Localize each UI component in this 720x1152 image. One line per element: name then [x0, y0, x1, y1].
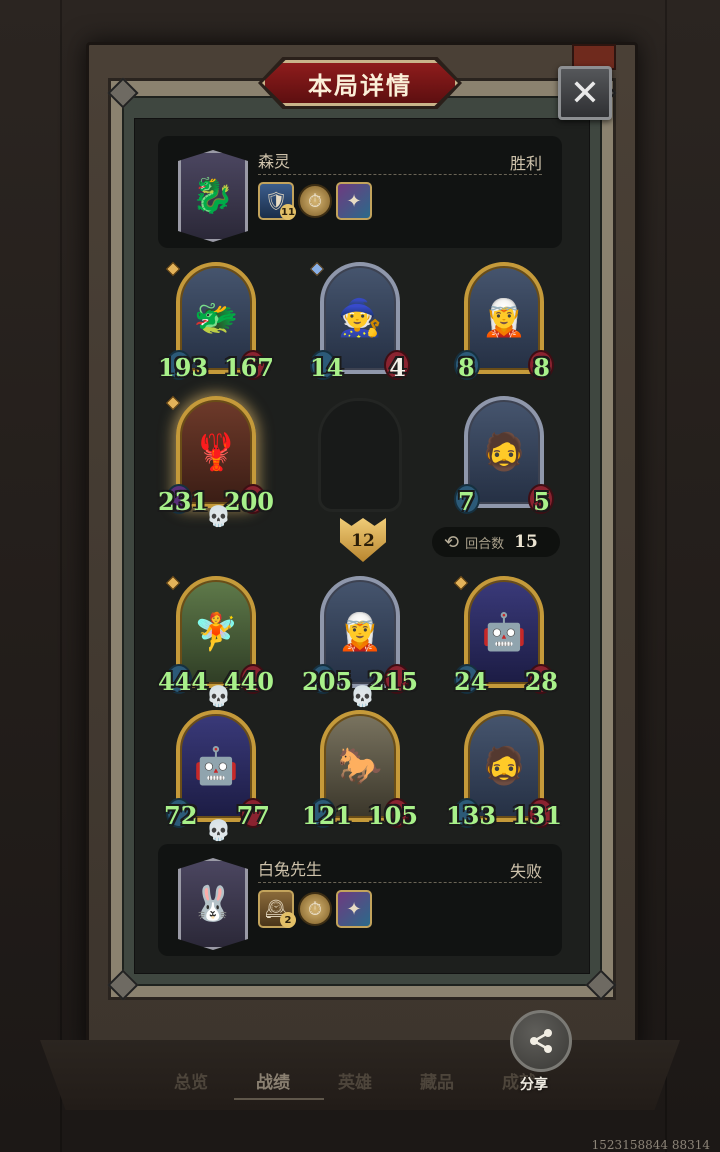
star-gem-icon [165, 261, 181, 277]
page-title: 本局详情 [308, 71, 412, 100]
health-value: 77 [236, 801, 270, 830]
attack-value: 121 [302, 801, 353, 830]
health-value: 167 [223, 353, 274, 382]
divider [258, 174, 542, 175]
attack-value: 231 [158, 487, 209, 516]
dragon-portrait-icon: 🐉 [178, 150, 248, 242]
unit-slot[interactable]: 🐲 193 167 [158, 261, 274, 392]
attack-value: 205 [302, 667, 353, 696]
player-name: 白兔先生 [258, 860, 323, 879]
unit-slot[interactable]: 🦞 231 200 💀 [158, 395, 274, 528]
health-value: 200 [223, 487, 274, 516]
pocket-watch-token-icon[interactable]: ⏱ [298, 184, 332, 218]
rabbit-portrait-icon: 🐰 [178, 858, 248, 950]
player-result: 胜利 [509, 154, 542, 173]
empty-unit-slot [318, 398, 402, 512]
attack-value: 7 [458, 487, 475, 516]
close-icon: ✕ [569, 72, 601, 114]
health-value: 28 [524, 667, 558, 696]
level-badge: 2 [280, 912, 296, 928]
bottom-tabs: 总览 战绩 英雄 藏品 成就 [150, 1068, 570, 1093]
unit-slot[interactable]: 🤖 24 28 [453, 575, 558, 706]
user-id-watermark: 1523158844 88314 [591, 1138, 710, 1152]
unit-slot[interactable]: 🧙 14 4 [309, 261, 410, 392]
wood-grain [665, 0, 667, 1152]
attack-value: 72 [164, 801, 198, 830]
health-value: 5 [533, 487, 550, 516]
hero-card-icon[interactable]: 🛡 11 [258, 182, 296, 220]
attack-value: 24 [454, 667, 488, 696]
spell-card-icon[interactable]: ✦ [336, 890, 372, 928]
unit-slot[interactable]: 🧚 444 440 💀 [158, 575, 274, 708]
level-badge: 11 [280, 204, 296, 220]
health-value: 440 [223, 667, 274, 696]
wood-grain [60, 0, 62, 1152]
health-value: 105 [367, 801, 418, 830]
close-button[interactable]: ✕ [558, 66, 612, 120]
attack-value: 8 [458, 353, 475, 382]
tab-collection[interactable]: 藏品 [396, 1068, 478, 1093]
rounds-label: 回合数 [465, 536, 505, 552]
attack-value: 444 [158, 667, 209, 696]
loser-player-card: 🐰 白兔先生 失败 🕰 2 ⏱ ✦ [158, 844, 562, 956]
star-gem-icon [453, 575, 469, 591]
star-gem-icon [165, 575, 181, 591]
player-items: 🛡 11 ⏱ ✦ [258, 182, 372, 220]
health-value: 8 [533, 353, 550, 382]
unit-slot[interactable]: 🧔 7 5 [454, 396, 554, 526]
health-value: 215 [367, 667, 418, 696]
unit-slot[interactable]: 🧝 8 8 [454, 262, 554, 392]
attack-value: 14 [310, 353, 344, 382]
attack-value: 133 [446, 801, 497, 830]
rounds-value: 15 [514, 532, 538, 552]
player-name: 森灵 [258, 152, 291, 171]
player-items: 🕰 2 ⏱ ✦ [258, 890, 372, 928]
tab-records[interactable]: 战绩 [232, 1068, 314, 1093]
refresh-icon: ⟲ [444, 531, 460, 553]
turn-badge-value: 12 [351, 531, 375, 551]
skull-icon: 💀 [206, 818, 231, 842]
health-value: 131 [511, 801, 562, 830]
attack-value: 193 [158, 353, 209, 382]
player-result: 失败 [509, 862, 542, 881]
health-value: 4 [389, 353, 406, 382]
share-button[interactable] [510, 1010, 572, 1072]
share-label: 分享 [520, 1077, 548, 1093]
unit-slot[interactable]: 🐎 121 105 [302, 710, 418, 840]
unit-slot[interactable]: 🤖 72 77 💀 [164, 710, 270, 842]
unit-slot[interactable]: 🧔 133 131 [446, 710, 562, 840]
pocket-watch-token-icon[interactable]: ⏱ [298, 892, 332, 926]
tab-overview[interactable]: 总览 [150, 1068, 232, 1093]
star-gem-icon [165, 395, 181, 411]
rounds-counter: ⟲ 回合数 15 [432, 527, 560, 557]
tab-heroes[interactable]: 英雄 [314, 1068, 396, 1093]
title-banner: 本局详情 [262, 60, 458, 106]
unit-slot[interactable]: 🧝 205 215 💀 [302, 576, 418, 708]
share-icon [530, 1029, 552, 1053]
divider [258, 882, 542, 883]
skull-icon: 💀 [206, 684, 231, 708]
skull-icon: 💀 [206, 504, 231, 528]
skull-icon: 💀 [350, 684, 375, 708]
hero-card-icon[interactable]: 🕰 2 [258, 890, 296, 928]
spell-card-icon[interactable]: ✦ [336, 182, 372, 220]
active-tab-underline [234, 1098, 324, 1100]
winner-player-card: 🐉 森灵 胜利 🛡 11 ⏱ ✦ [158, 136, 562, 248]
star-gem-icon [309, 261, 325, 277]
